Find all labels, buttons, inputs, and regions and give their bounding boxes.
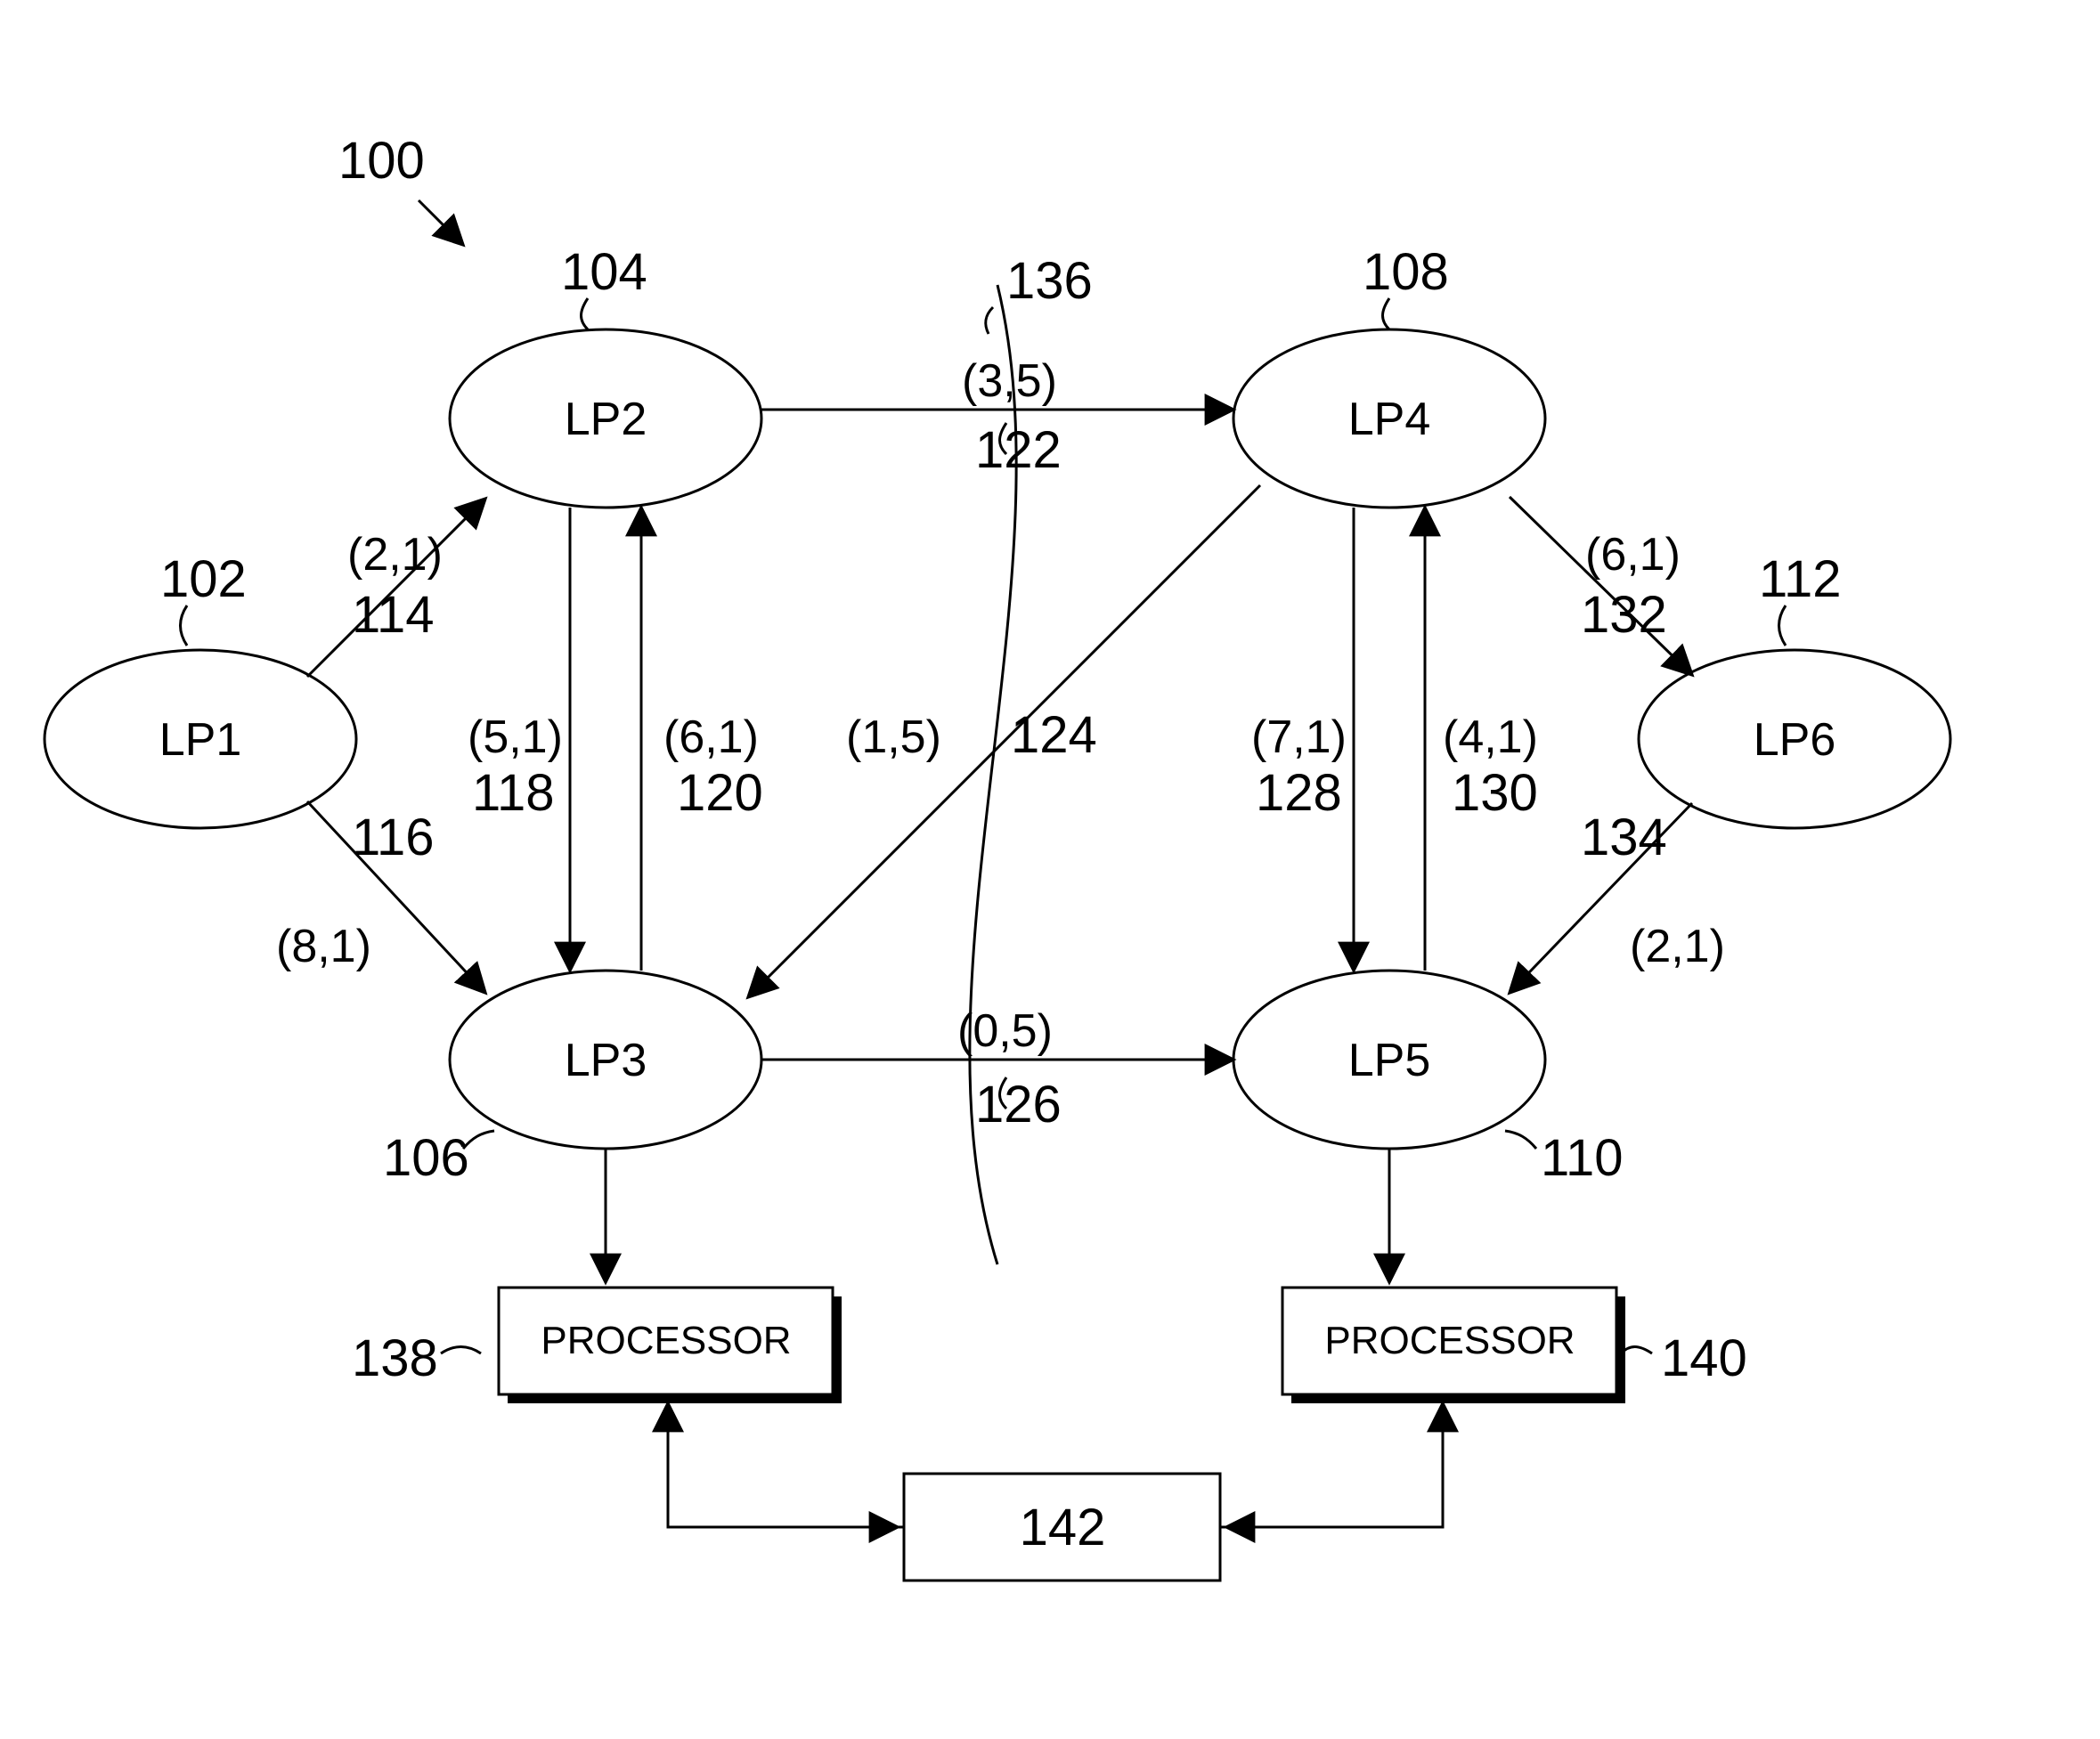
node-lp5-tick bbox=[1505, 1131, 1536, 1149]
node-lp4-ref: 108 bbox=[1363, 243, 1449, 301]
shared-to-right-arrow bbox=[1220, 1403, 1443, 1527]
processor-left-label: PROCESSOR bbox=[541, 1319, 791, 1362]
node-lp6-tick bbox=[1779, 605, 1787, 646]
edge-120-ref: 120 bbox=[677, 764, 763, 822]
edge-122-ref: 122 bbox=[975, 421, 1062, 479]
processor-left-ref: 138 bbox=[352, 1329, 438, 1387]
processor-right-ref: 140 bbox=[1661, 1329, 1747, 1387]
diagram-svg: 100 136 LP1 102 LP2 104 LP3 106 LP4 108 … bbox=[0, 0, 2100, 1739]
edge-114-weight: (2,1) bbox=[347, 529, 443, 581]
diagram-stage: 100 136 LP1 102 LP2 104 LP3 106 LP4 108 … bbox=[0, 0, 2100, 1739]
node-lp3-label: LP3 bbox=[565, 1035, 647, 1086]
node-lp6-label: LP6 bbox=[1754, 714, 1836, 766]
edge-124-ref: 124 bbox=[1011, 706, 1097, 764]
shared-to-left-arrow bbox=[668, 1403, 904, 1527]
node-lp2-label: LP2 bbox=[565, 394, 647, 445]
edge-128-weight: (7,1) bbox=[1251, 711, 1347, 763]
partition-ref: 136 bbox=[1006, 252, 1093, 310]
edge-114-ref: 114 bbox=[352, 586, 434, 644]
edge-130-weight: (4,1) bbox=[1443, 711, 1538, 763]
node-lp5-label: LP5 bbox=[1348, 1035, 1431, 1086]
node-lp4-label: LP4 bbox=[1348, 394, 1431, 445]
figure-ref-label: 100 bbox=[338, 132, 425, 190]
processor-left-tick bbox=[441, 1347, 481, 1354]
node-lp1-tick bbox=[181, 605, 188, 646]
partition-tick bbox=[986, 307, 993, 334]
node-lp1-ref: 102 bbox=[160, 550, 247, 608]
edge-132-ref: 132 bbox=[1581, 586, 1667, 644]
node-lp2-tick bbox=[582, 298, 589, 329]
node-lp3-ref: 106 bbox=[383, 1129, 469, 1187]
edge-134-ref: 134 bbox=[1581, 809, 1667, 866]
node-lp2-ref: 104 bbox=[561, 243, 647, 301]
edge-128-ref: 128 bbox=[1256, 764, 1342, 822]
edge-126-weight: (0,5) bbox=[957, 1005, 1053, 1057]
edge-124 bbox=[748, 485, 1260, 997]
edge-124-weight: (1,5) bbox=[846, 711, 941, 763]
edge-132-weight: (6,1) bbox=[1585, 529, 1681, 581]
edge-116-weight: (8,1) bbox=[276, 921, 371, 972]
edge-126-ref: 126 bbox=[975, 1076, 1062, 1134]
edge-130-ref: 130 bbox=[1452, 764, 1538, 822]
edge-122-weight: (3,5) bbox=[962, 355, 1057, 407]
edge-120-weight: (6,1) bbox=[663, 711, 759, 763]
edge-134-weight: (2,1) bbox=[1630, 921, 1725, 972]
shared-block-ref: 142 bbox=[1020, 1499, 1106, 1556]
node-lp6-ref: 112 bbox=[1759, 550, 1841, 608]
figure-ref-arrow bbox=[419, 200, 463, 245]
node-lp5-ref: 110 bbox=[1541, 1129, 1623, 1187]
edge-118-weight: (5,1) bbox=[468, 711, 563, 763]
node-lp1-label: LP1 bbox=[159, 714, 242, 766]
processor-right-label: PROCESSOR bbox=[1324, 1319, 1575, 1362]
edge-116-ref: 116 bbox=[352, 809, 434, 866]
node-lp4-tick bbox=[1383, 298, 1390, 329]
processor-right-tick bbox=[1621, 1347, 1652, 1354]
edge-118-ref: 118 bbox=[472, 764, 554, 822]
